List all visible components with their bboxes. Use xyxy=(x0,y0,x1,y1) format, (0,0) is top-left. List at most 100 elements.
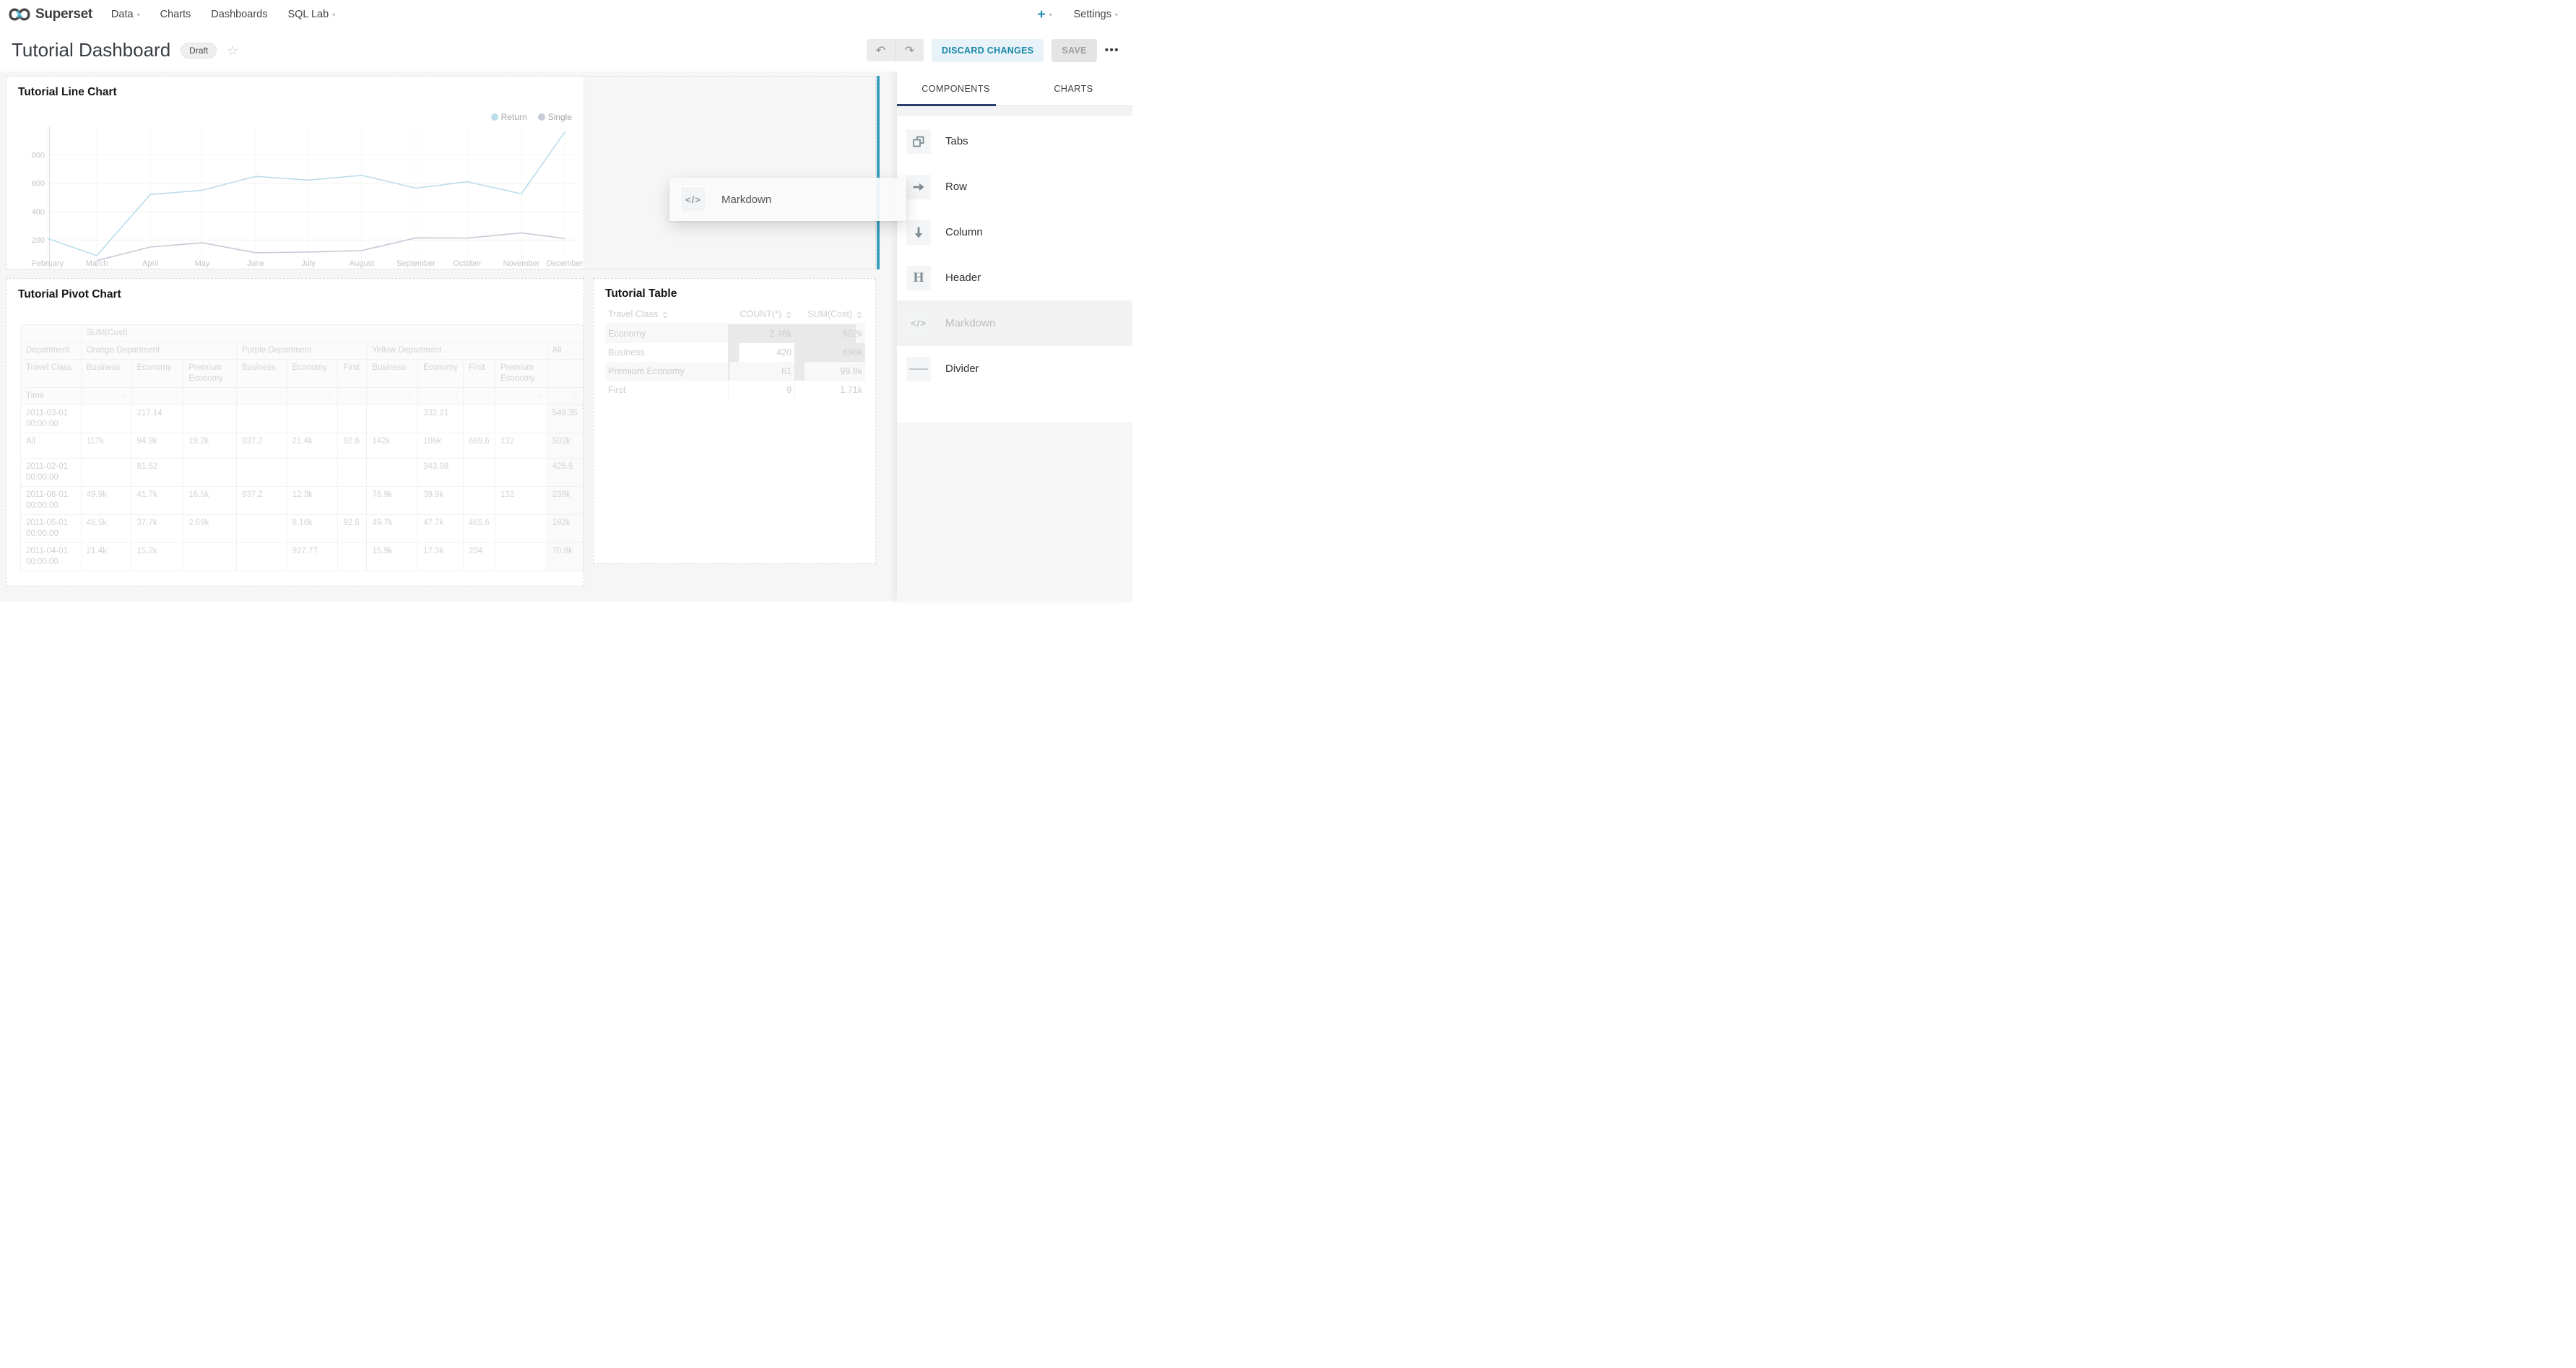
new-item-button[interactable]: + ▾ xyxy=(1037,8,1051,22)
line-chart-card[interactable]: 200400600800FebruaryMarchAprilMayJuneJul… xyxy=(6,77,584,269)
svg-text:July: July xyxy=(301,259,316,268)
chevron-down-icon: ▾ xyxy=(1115,12,1118,18)
table-chart-card[interactable]: Tutorial Table Travel Class COUNT(*) SUM… xyxy=(593,278,876,564)
sort-icon[interactable]: ↓↑ xyxy=(536,391,542,400)
sort-icon[interactable]: ↓↑ xyxy=(452,391,458,400)
pivot-header-cell[interactable]: ↓↑ xyxy=(236,387,287,404)
sort-icon xyxy=(786,311,792,319)
pivot-header-cell[interactable]: ↓↑ xyxy=(131,387,183,404)
sort-icon[interactable]: ↓↑ xyxy=(225,391,231,400)
component-item-markdown[interactable]: </> Markdown xyxy=(897,300,1132,346)
pivot-cell: 49.9k xyxy=(81,486,131,514)
column-header-sum-cost[interactable]: SUM(Cost) xyxy=(794,305,865,324)
nav-item-sql-lab[interactable]: SQL Lab▾ xyxy=(287,9,335,20)
sort-icon[interactable]: ↓≡ xyxy=(572,391,578,400)
table-cell: 9 xyxy=(728,381,794,399)
favorite-star-icon[interactable]: ☆ xyxy=(227,44,238,57)
nav-item-charts[interactable]: Charts xyxy=(160,9,191,20)
pivot-row-header: 2011-05-01 00:00:00 xyxy=(21,514,82,542)
save-button[interactable]: SAVE xyxy=(1051,39,1096,62)
table-header-row: Travel Class COUNT(*) SUM(Cost) xyxy=(605,305,865,324)
undo-button[interactable]: ↶ xyxy=(867,39,895,61)
pivot-header-cell: Economy xyxy=(418,359,464,387)
dragged-markdown-component[interactable]: </> Markdown xyxy=(669,178,906,221)
sort-icon[interactable]: ↓↑ xyxy=(355,391,361,400)
pivot-cell xyxy=(81,458,131,486)
tabs-icon xyxy=(906,129,931,154)
pivot-cell: 16.5k xyxy=(183,486,237,514)
pivot-chart-card[interactable]: Tutorial Pivot Chart SUM(Cost)Department… xyxy=(6,278,584,586)
pivot-header-cell[interactable]: ↓↑ xyxy=(495,387,547,404)
component-list: Tabs Row Column H Header </> Markdown Di… xyxy=(897,116,1132,423)
pivot-cell xyxy=(183,404,237,433)
markdown-icon: </> xyxy=(680,186,706,212)
nav-item-dashboards[interactable]: Dashboards xyxy=(211,9,267,20)
brand-name: Superset xyxy=(35,7,92,22)
pivot-cell: 502k xyxy=(547,433,583,458)
sort-icon[interactable]: ↓↑ xyxy=(326,391,332,400)
row-icon xyxy=(906,175,931,199)
component-item-column[interactable]: Column xyxy=(897,209,1132,255)
superset-dashboard-edit-page: { "navbar": { "brand": "Superset", "item… xyxy=(0,0,1132,602)
component-item-tabs[interactable]: Tabs xyxy=(897,118,1132,164)
chart-title: Tutorial Pivot Chart xyxy=(18,288,121,301)
table-row: Economy2.46k602k xyxy=(605,324,865,344)
component-item-divider[interactable]: Divider xyxy=(897,346,1132,391)
tab-charts[interactable]: CHARTS xyxy=(1015,72,1132,105)
svg-text:600: 600 xyxy=(32,180,45,189)
line-chart-svg: 200400600800FebruaryMarchAprilMayJuneJul… xyxy=(6,77,584,269)
discard-changes-button[interactable]: DISCARD CHANGES xyxy=(932,39,1044,62)
redo-button[interactable]: ↷ xyxy=(895,39,924,61)
pivot-header-cell[interactable]: Time↓↑ xyxy=(21,387,82,404)
settings-menu[interactable]: Settings ▾ xyxy=(1074,9,1118,20)
sort-icon[interactable]: ↓↑ xyxy=(407,391,412,400)
pivot-cell xyxy=(287,458,338,486)
pivot-row-header: 2011-04-01 00:00:00 xyxy=(21,542,82,571)
table-row: First91.71k xyxy=(605,381,865,399)
pivot-cell xyxy=(183,458,237,486)
pivot-header-cell xyxy=(21,325,82,342)
pivot-cell xyxy=(338,542,367,571)
legend-dot-icon xyxy=(491,113,498,121)
legend-item-single[interactable]: Single xyxy=(538,112,572,122)
pivot-header-cell[interactable]: ↓↑ xyxy=(418,387,464,404)
svg-text:November: November xyxy=(503,259,540,268)
legend-item-return[interactable]: Return xyxy=(491,112,527,122)
pivot-header-cell: Premium Economy xyxy=(183,359,237,387)
pivot-header-cell: Premium Economy xyxy=(495,359,547,387)
pivot-cell: 465.6 xyxy=(464,514,495,542)
builder-sidebar: COMPONENTS CHARTS Tabs Row Column H Head… xyxy=(897,72,1132,602)
sort-icon[interactable]: ↓↑ xyxy=(120,391,126,400)
pivot-cell xyxy=(236,404,287,433)
pivot-cell: 45.5k xyxy=(81,514,131,542)
pivot-cell: 192k xyxy=(547,514,583,542)
sort-icon[interactable]: ↓↑ xyxy=(276,391,282,400)
pivot-header-cell: All xyxy=(547,342,583,359)
pivot-header-cell[interactable]: ↓↑ xyxy=(81,387,131,404)
infinity-logo-icon xyxy=(9,7,30,22)
pivot-cell xyxy=(464,486,495,514)
sort-icon[interactable]: ↓↑ xyxy=(70,391,76,400)
table-cell: Business xyxy=(605,343,728,362)
pivot-header-cell[interactable]: ↓↑ xyxy=(287,387,338,404)
column-header-count[interactable]: COUNT(*) xyxy=(728,305,794,324)
column-header-travel-class[interactable]: Travel Class xyxy=(605,305,728,324)
pivot-header-cell: Orange Department xyxy=(81,342,236,359)
component-item-row[interactable]: Row xyxy=(897,164,1132,209)
tab-components[interactable]: COMPONENTS xyxy=(897,72,1015,105)
pivot-header-cell[interactable]: ↓≡ xyxy=(547,387,583,404)
nav-item-data[interactable]: Data▾ xyxy=(111,9,140,20)
page-title[interactable]: Tutorial Dashboard xyxy=(12,39,170,61)
pivot-header-cell[interactable]: ↓↑ xyxy=(338,387,367,404)
pivot-cell xyxy=(464,458,495,486)
pivot-header-cell[interactable]: ↓↑ xyxy=(464,387,495,404)
pivot-header-cell: Yellow Department xyxy=(367,342,547,359)
pivot-header-cell[interactable]: ↓↑ xyxy=(367,387,418,404)
sort-icon[interactable]: ↓↑ xyxy=(484,391,490,400)
more-options-icon[interactable]: ••• xyxy=(1105,44,1119,56)
component-item-header[interactable]: H Header xyxy=(897,255,1132,300)
sort-icon[interactable]: ↓↑ xyxy=(172,391,178,400)
markdown-icon: </> xyxy=(906,311,931,336)
superset-logo[interactable]: Superset xyxy=(9,7,92,22)
pivot-header-cell[interactable]: ↓↑ xyxy=(183,387,237,404)
